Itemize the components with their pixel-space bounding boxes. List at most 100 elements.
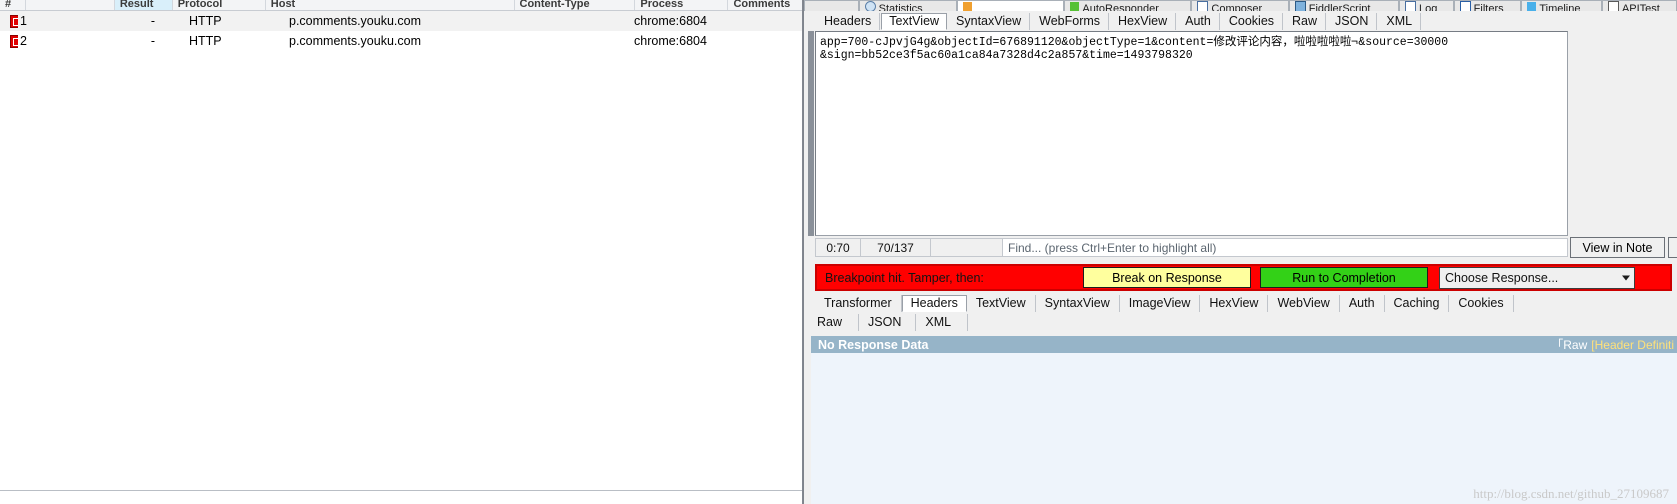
watermark-text: http://blog.csdn.net/github_27109687 [1473,486,1669,501]
status-blank [931,238,1003,257]
column-header-content-type[interactable]: Content-Type [515,0,636,10]
column-header-icon[interactable]: # [0,0,27,10]
tab-apitest-label: APITest [1621,2,1660,11]
session-list-pane: # Result Protocol Host Content-Type Proc… [0,0,803,504]
tab-request-raw[interactable]: Raw [1284,12,1327,30]
request-body-line-1-suffix: &source=30000 [1358,36,1449,49]
log-icon [1405,1,1417,11]
tab-response-xml[interactable]: XML [916,314,969,331]
tab-request-hexview[interactable]: HexView [1110,12,1177,30]
tab-composer-label: Composer [1211,2,1263,11]
session-result: - [150,34,156,48]
session-id: 2 [20,34,27,48]
tab-request-xml[interactable]: XML [1378,12,1422,30]
tab-filters[interactable]: Filters [1453,0,1522,11]
request-body-line-1-prefix: app=700-cJpvjG4g&objectId=676891120&obje… [820,36,1352,49]
session-protocol: HTTP [189,34,222,48]
tab-request-auth[interactable]: Auth [1177,12,1220,30]
session-protocol: HTTP [189,14,222,28]
tab-request-headers[interactable]: Headers [816,12,881,30]
tab-apitest-left[interactable] [804,0,859,11]
tab-fiddlerscript[interactable]: FiddlerScript [1288,0,1400,11]
inspectors-icon [962,1,972,11]
tab-response-auth[interactable]: Auth [1340,295,1385,312]
header-definition-label: [Header Definiti [1591,337,1674,352]
tab-response-cookies[interactable]: Cookies [1449,295,1514,312]
tab-fiddlerscript-label: FiddlerScript [1308,2,1371,11]
tab-request-webforms[interactable]: WebForms [1031,12,1110,30]
run-to-completion-label: Run to Completion [1292,270,1396,285]
tab-statistics-label: Statistics [878,2,923,11]
table-row[interactable]: 2 - HTTP p.comments.youku.com chrome:680… [0,31,802,51]
tab-autoresponder[interactable]: AutoResponder [1064,0,1192,11]
column-header-process[interactable]: Process [635,0,729,10]
session-result: - [150,14,156,28]
chevron-down-icon[interactable] [1622,275,1630,280]
timeline-icon [1527,1,1537,11]
request-inspector-tabs: Headers TextView SyntaxView WebForms Hex… [804,11,1677,31]
break-on-response-button[interactable]: Break on Response [1083,267,1251,288]
caret-position: 0:70 [815,238,861,257]
tab-response-webview[interactable]: WebView [1268,295,1340,312]
tab-response-headers[interactable]: Headers [901,295,967,312]
apitest-icon [1607,1,1619,11]
response-inspector-tabs-row2: Raw JSON XML [815,313,1675,332]
choose-response-label: Choose Response... [1445,270,1559,285]
script-icon [1294,1,1306,11]
session-id: 1 [20,14,27,28]
request-body-gutter [808,31,814,236]
response-body-area [811,353,1677,504]
breakpoint-icon[interactable] [0,14,18,29]
request-body-line-1: app=700-cJpvjG4g&objectId=676891120&obje… [820,34,1565,49]
tab-filters-label: Filters [1473,2,1504,11]
more-options-button[interactable]: .. [1668,237,1677,258]
column-header-protocol[interactable]: Protocol [173,0,266,10]
request-body-line-2: &sign=bb52ce3f5ac60a1ca84a7328d4c2a857&t… [820,49,1193,62]
tab-response-syntaxview[interactable]: SyntaxView [1036,295,1120,312]
table-row[interactable]: 1 - HTTP p.comments.youku.com chrome:680… [0,11,802,31]
session-process: chrome:6804 [634,34,707,48]
breakpoint-message: Breakpoint hit. Tamper, then: [825,270,984,285]
tab-log[interactable]: Log [1399,0,1454,11]
break-on-response-label: Break on Response [1112,270,1222,285]
tab-response-json[interactable]: JSON [859,314,917,331]
column-header-id[interactable] [26,0,115,10]
tab-request-textview[interactable]: TextView [881,12,948,30]
tab-request-cookies[interactable]: Cookies [1221,12,1284,30]
tab-response-caching[interactable]: Caching [1385,295,1450,312]
breakpoint-bar: Breakpoint hit. Tamper, then: Break on R… [815,264,1672,291]
choose-response-dropdown[interactable]: Choose Response... [1439,266,1635,289]
tab-composer[interactable]: Composer [1191,0,1289,11]
tab-request-syntaxview[interactable]: SyntaxView [948,12,1031,30]
text-caret-icon: ⌐ [1351,34,1359,48]
response-inspector-tabs-row1: Transformer Headers TextView SyntaxView … [815,294,1675,313]
session-host: p.comments.youku.com [289,34,421,48]
fiddler-window: # Result Protocol Host Content-Type Proc… [0,0,1677,504]
column-header-result[interactable]: Result [114,0,173,10]
tab-timeline[interactable]: Timeline [1521,0,1602,11]
filter-icon [1459,1,1471,11]
tab-response-textview[interactable]: TextView [967,295,1036,312]
pencil-icon [1070,1,1080,11]
find-status-strip: 0:70 70/137 Find... (press Ctrl+Enter to… [815,238,1568,257]
tab-response-imageview[interactable]: ImageView [1120,295,1201,312]
tab-response-hexview[interactable]: HexView [1200,295,1269,312]
tab-inspectors[interactable] [956,0,1065,11]
run-to-completion-button[interactable]: Run to Completion [1260,267,1428,288]
session-process: chrome:6804 [634,14,707,28]
column-header-host[interactable]: Host [266,0,515,10]
tab-request-json[interactable]: JSON [1327,12,1378,30]
find-button-group: View in Note .. [1570,237,1677,258]
tab-response-transformer[interactable]: Transformer [815,295,902,312]
column-header-comments[interactable]: Comments [728,0,802,10]
tab-statistics[interactable]: Statistics [858,0,957,11]
breakpoint-icon[interactable] [0,34,18,49]
no-response-banner: No Response Data 「Raw [Header Definiti [811,336,1677,353]
tab-apitest[interactable]: APITest [1601,0,1677,11]
tab-response-raw[interactable]: Raw [815,314,860,331]
tab-autoresponder-label: AutoResponder [1082,2,1159,11]
view-in-notepad-button[interactable]: View in Note [1570,237,1665,258]
request-body-textarea[interactable]: app=700-cJpvjG4g&objectId=676891120&obje… [815,31,1568,236]
tab-log-label: Log [1419,2,1438,11]
find-input[interactable]: Find... (press Ctrl+Enter to highlight a… [1003,238,1568,257]
